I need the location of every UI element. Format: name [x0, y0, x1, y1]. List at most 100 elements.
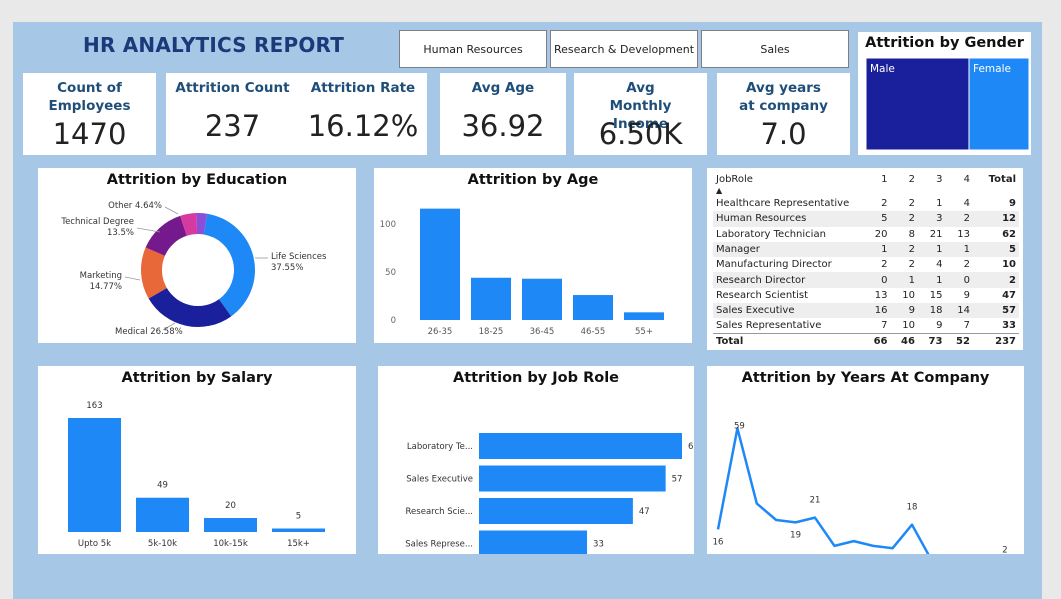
table-row: Laboratory Technician 20 8 21 13 62	[713, 227, 1019, 242]
table-cell-value: 1	[945, 241, 973, 258]
data-label: 2	[1002, 545, 1007, 554]
table-cell-jobrole: Healthcare Representative	[716, 198, 850, 210]
salary-bar	[204, 518, 257, 532]
table-cell-value: 1	[917, 272, 946, 288]
column-header-jobrole[interactable]: JobRole ▲	[713, 172, 863, 196]
data-label: 163	[86, 401, 102, 411]
column-header-2[interactable]: 2	[890, 172, 917, 196]
slicer-sales[interactable]: Sales	[701, 30, 849, 68]
donut-leader-line	[124, 276, 141, 281]
column-header-4[interactable]: 4	[945, 172, 972, 196]
column-header-label: JobRole	[716, 174, 753, 185]
column-header-1[interactable]: 1	[863, 172, 890, 196]
table-cell-value: 5	[863, 211, 891, 227]
jobrole-matrix-card: JobRole ▲ 1 2 3 4 Total Healthcare Repres…	[707, 168, 1023, 350]
donut-slice-life-sciences	[203, 213, 255, 317]
jobrole-bar-chart: 62 Laboratory Te... 57 Sales Executive 47 Res…	[405, 433, 694, 554]
treemap-label-female: Female	[973, 63, 1011, 75]
age-bar	[471, 277, 511, 320]
table-cell-value: 13	[874, 289, 888, 301]
table-cell-jobrole: Human Resources	[713, 211, 863, 227]
table-cell-value: 2	[972, 272, 1019, 288]
donut-leader-line	[164, 206, 179, 215]
slicer-research-development[interactable]: Research & Development	[550, 30, 698, 68]
data-label: 57	[672, 475, 683, 485]
data-label: 62	[688, 442, 694, 452]
kpi-avg-monthly-income: Avg Monthly Income 6.50K	[574, 73, 707, 155]
age-bar-chart: 0 50 100 26-35 18-25 36-45 46-55 55+	[380, 208, 664, 337]
table-cell-value: 57	[972, 303, 1019, 319]
table-cell-value: 47	[1002, 289, 1016, 301]
table-cell-value: 18	[917, 303, 946, 319]
kpi-value: 36.92	[461, 109, 545, 143]
jobrole-matrix-table: JobRole ▲ 1 2 3 4 Total Healthcare Repres…	[713, 172, 1019, 349]
x-tick-label: 26-35	[428, 327, 453, 337]
table-cell-value: 4	[963, 198, 970, 210]
table-row: Human Resources 5 2 3 2 12	[713, 211, 1019, 227]
table-cell-value: 2	[908, 198, 915, 210]
data-label: 18	[907, 503, 918, 513]
data-label: 49	[157, 481, 168, 491]
y-tick-label: Laboratory Te...	[407, 442, 473, 452]
donut-slice-medical	[148, 287, 232, 327]
table-total-value: 237	[972, 333, 1019, 349]
table-cell-value: 7	[881, 320, 888, 332]
table-cell-value: 10	[902, 320, 915, 332]
table-row: Manufacturing Director 2 2 4 2 10	[713, 257, 1019, 272]
jobrole-bar	[479, 465, 666, 492]
table-cell-value: 0	[945, 272, 973, 288]
x-tick-label: 55+	[635, 327, 653, 337]
data-label: 20	[225, 501, 236, 511]
kpi-label: Attrition Count	[175, 80, 290, 96]
jobrole-bar	[479, 498, 633, 524]
age-chart-card: Attrition by Age 0 50 100 26-35 18-25 36-45 46…	[374, 168, 692, 343]
slicer-human-resources[interactable]: Human Resources	[399, 30, 547, 68]
table-cell-value: 2	[908, 259, 915, 271]
education-chart-card: Attrition by Education Life Sciences 37.5…	[38, 168, 356, 343]
table-cell-value: 16	[863, 303, 891, 319]
donut-slice-technical-degree	[145, 215, 187, 256]
table-cell-value: 10	[902, 289, 915, 301]
page-title: HR ANALYTICS REPORT	[83, 33, 345, 57]
kpi-label: Attrition Rate	[310, 80, 416, 96]
years-chart-card: Attrition by Years At Company 1659211998…	[707, 366, 1024, 554]
table-row: Healthcare Representative 2 2 1 4 9	[713, 196, 1019, 211]
age-bar	[573, 295, 613, 320]
table-cell-value: 2	[963, 259, 970, 271]
table-cell-value: 4	[936, 259, 943, 271]
x-tick-label: 36-45	[530, 327, 555, 337]
kpi-value: 1470	[52, 117, 127, 151]
table-cell-value: 9	[936, 320, 943, 332]
table-cell-value: 13	[957, 228, 970, 240]
table-cell-value: 2	[890, 241, 918, 258]
table-total-row: Total 66 46 73 52 237	[713, 333, 1019, 349]
data-label: 47	[639, 507, 650, 517]
salary-bar	[272, 528, 325, 532]
data-label: 16	[713, 537, 724, 547]
table-cell-jobrole: Manufacturing Director	[716, 259, 832, 271]
donut-data-label: Technical Degree	[60, 217, 134, 227]
x-tick-label: 5k-10k	[148, 539, 177, 549]
data-label: 21	[810, 496, 821, 506]
column-header-3[interactable]: 3	[918, 172, 945, 196]
y-tick-label: Research Scie...	[406, 507, 473, 517]
jobrole-bar	[479, 433, 682, 459]
kpi-avg-age: Avg Age 36.92	[440, 73, 566, 155]
donut-data-label: 14.77%	[90, 282, 122, 292]
age-bar	[624, 312, 664, 320]
salary-chart-card: Attrition by Salary 163 Upto 5k 49 5k-10k 20…	[38, 366, 356, 554]
y-tick-label: Sales Represe...	[405, 540, 473, 550]
kpi-count-of-employees: Count of Employees 1470	[23, 73, 156, 155]
kpi-attrition-count: Attrition Count 237	[166, 73, 299, 155]
table-total-value: 66	[863, 333, 891, 349]
y-tick-label: 50	[385, 268, 396, 278]
kpi-value: 7.0	[760, 117, 807, 151]
table-header-row: JobRole ▲ 1 2 3 4 Total	[713, 172, 1019, 196]
column-header-total[interactable]: Total	[973, 172, 1019, 196]
table-cell-jobrole: Research Scientist	[716, 289, 808, 301]
kpi-label: Count of Employees	[48, 80, 131, 114]
table-cell-jobrole: Research Director	[713, 272, 863, 288]
table-total-value: 52	[945, 333, 973, 349]
table-cell-jobrole: Laboratory Technician	[716, 228, 826, 240]
gender-treemap: Male Female	[865, 57, 1030, 151]
